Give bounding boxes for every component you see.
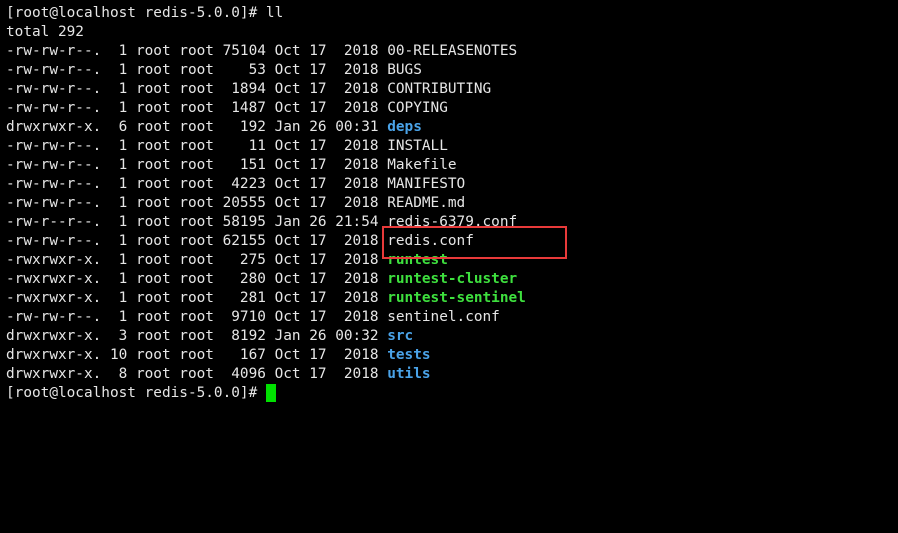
entry-name: deps: [387, 119, 422, 135]
entry-meta: -rw-rw-r--. 1 root root 1487 Oct 17 2018: [6, 100, 388, 116]
total-text: total 292: [6, 24, 84, 40]
listing-row: -rw-rw-r--. 1 root root 75104 Oct 17 201…: [6, 42, 898, 61]
terminal-window[interactable]: [root@localhost redis-5.0.0]# ll total 2…: [0, 0, 898, 533]
final-prompt-line[interactable]: [root@localhost redis-5.0.0]#: [6, 384, 898, 403]
entry-meta: -rw-rw-r--. 1 root root 20555 Oct 17 201…: [6, 195, 388, 211]
listing-row: drwxrwxr-x. 8 root root 4096 Oct 17 2018…: [6, 365, 898, 384]
entry-meta: -rw-rw-r--. 1 root root 4223 Oct 17 2018: [6, 176, 388, 192]
final-prompt-text: [root@localhost redis-5.0.0]#: [6, 385, 266, 401]
entry-name: INSTALL: [387, 138, 448, 154]
listing-row: -rw-rw-r--. 1 root root 11 Oct 17 2018 I…: [6, 137, 898, 156]
listing-row: drwxrwxr-x. 10 root root 167 Oct 17 2018…: [6, 346, 898, 365]
entry-name: README.md: [387, 195, 466, 211]
entry-meta: -rw-rw-r--. 1 root root 9710 Oct 17 2018: [6, 309, 388, 325]
entry-meta: -rwxrwxr-x. 1 root root 281 Oct 17 2018: [6, 290, 388, 306]
entry-meta: -rw-r--r--. 1 root root 58195 Jan 26 21:…: [6, 214, 388, 230]
listing-row: -rw-rw-r--. 1 root root 4223 Oct 17 2018…: [6, 175, 898, 194]
entry-meta: drwxrwxr-x. 8 root root 4096 Oct 17 2018: [6, 366, 388, 382]
entry-name: redis-6379.conf: [387, 214, 518, 230]
entry-name: 00-RELEASENOTES: [387, 43, 518, 59]
listing-row: -rwxrwxr-x. 1 root root 275 Oct 17 2018 …: [6, 251, 898, 270]
listing-row: -rw-rw-r--. 1 root root 151 Oct 17 2018 …: [6, 156, 898, 175]
listing-row: -rw-rw-r--. 1 root root 9710 Oct 17 2018…: [6, 308, 898, 327]
entry-meta: -rw-rw-r--. 1 root root 53 Oct 17 2018: [6, 62, 388, 78]
entry-meta: drwxrwxr-x. 10 root root 167 Oct 17 2018: [6, 347, 388, 363]
entry-meta: -rwxrwxr-x. 1 root root 280 Oct 17 2018: [6, 271, 388, 287]
entry-meta: -rw-rw-r--. 1 root root 1894 Oct 17 2018: [6, 81, 388, 97]
command-line: [root@localhost redis-5.0.0]# ll: [6, 4, 898, 23]
entry-meta: drwxrwxr-x. 3 root root 8192 Jan 26 00:3…: [6, 328, 388, 344]
entry-meta: -rw-rw-r--. 1 root root 151 Oct 17 2018: [6, 157, 388, 173]
listing-row: -rw-rw-r--. 1 root root 53 Oct 17 2018 B…: [6, 61, 898, 80]
listing-row: -rw-r--r--. 1 root root 58195 Jan 26 21:…: [6, 213, 898, 232]
entry-meta: -rw-rw-r--. 1 root root 62155 Oct 17 201…: [6, 233, 388, 249]
entry-name: CONTRIBUTING: [387, 81, 492, 97]
entry-name: src: [387, 328, 414, 344]
entry-name: runtest-sentinel: [387, 290, 526, 306]
entry-name: sentinel.conf: [387, 309, 500, 325]
listing-row: drwxrwxr-x. 6 root root 192 Jan 26 00:31…: [6, 118, 898, 137]
entry-meta: drwxrwxr-x. 6 root root 192 Jan 26 00:31: [6, 119, 388, 135]
listing-row: drwxrwxr-x. 3 root root 8192 Jan 26 00:3…: [6, 327, 898, 346]
listing-row: -rwxrwxr-x. 1 root root 280 Oct 17 2018 …: [6, 270, 898, 289]
entry-name: utils: [387, 366, 431, 382]
entry-name: runtest: [387, 252, 448, 268]
entry-name: COPYING: [387, 100, 448, 116]
cursor-block: [265, 384, 276, 402]
entry-name: runtest-cluster: [387, 271, 518, 287]
listing-entries: -rw-rw-r--. 1 root root 75104 Oct 17 201…: [6, 42, 898, 384]
listing-row: -rw-rw-r--. 1 root root 20555 Oct 17 201…: [6, 194, 898, 213]
entry-name: BUGS: [387, 62, 422, 78]
listing-row: -rw-rw-r--. 1 root root 1894 Oct 17 2018…: [6, 80, 898, 99]
listing-row: -rwxrwxr-x. 1 root root 281 Oct 17 2018 …: [6, 289, 898, 308]
entry-meta: -rwxrwxr-x. 1 root root 275 Oct 17 2018: [6, 252, 388, 268]
entry-name: Makefile: [387, 157, 457, 173]
entry-meta: -rw-rw-r--. 1 root root 75104 Oct 17 201…: [6, 43, 388, 59]
entry-name: tests: [387, 347, 431, 363]
total-line: total 292: [6, 23, 898, 42]
entry-name: MANIFESTO: [387, 176, 466, 192]
entry-name: redis.conf: [387, 233, 474, 249]
entry-meta: -rw-rw-r--. 1 root root 11 Oct 17 2018: [6, 138, 388, 154]
listing-row: -rw-rw-r--. 1 root root 62155 Oct 17 201…: [6, 232, 898, 251]
listing-row: -rw-rw-r--. 1 root root 1487 Oct 17 2018…: [6, 99, 898, 118]
command-prompt-text: [root@localhost redis-5.0.0]# ll: [6, 5, 284, 21]
